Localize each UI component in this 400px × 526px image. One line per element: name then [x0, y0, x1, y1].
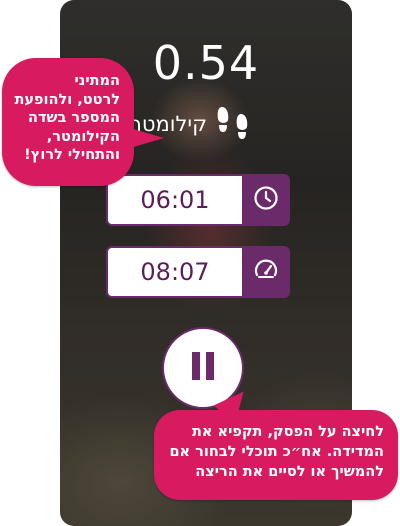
callout-top-line: המתיני [74, 73, 120, 89]
callout-top-line: המספר בשדה [28, 110, 120, 126]
speedometer-icon [253, 257, 279, 287]
pace-row: 08:07 [106, 246, 290, 298]
clock-icon [253, 185, 279, 215]
instruction-callout-top: המתיני לרטט, ולהופעת המספר בשדה הקילומטר… [2, 58, 164, 186]
pause-icon [189, 352, 217, 384]
callout-top-line: הקילומטר, [46, 128, 120, 145]
pace-icon-box [242, 246, 290, 298]
callout-top-line: והתחילי לרוץ! [24, 147, 120, 163]
callout-top-line: לרטט, ולהופעת [14, 91, 120, 108]
pace-value: 08:07 [106, 246, 244, 298]
callout-bottom-line: המדידה. אח״כ תוכלי לבחור אם [169, 444, 384, 460]
footprints-icon [213, 104, 253, 144]
duration-value: 06:01 [106, 174, 244, 226]
callout-bottom-line: להמשיך או לסיים את הריצה [195, 464, 384, 480]
instruction-callout-bottom: לחיצה על הפסק, תקפיא את המדידה. אח״כ תוכ… [154, 382, 398, 500]
callout-bottom-line: לחיצה על הפסק, תקפיא את [192, 424, 384, 440]
duration-row: 06:01 [106, 174, 290, 226]
duration-icon-box [242, 174, 290, 226]
